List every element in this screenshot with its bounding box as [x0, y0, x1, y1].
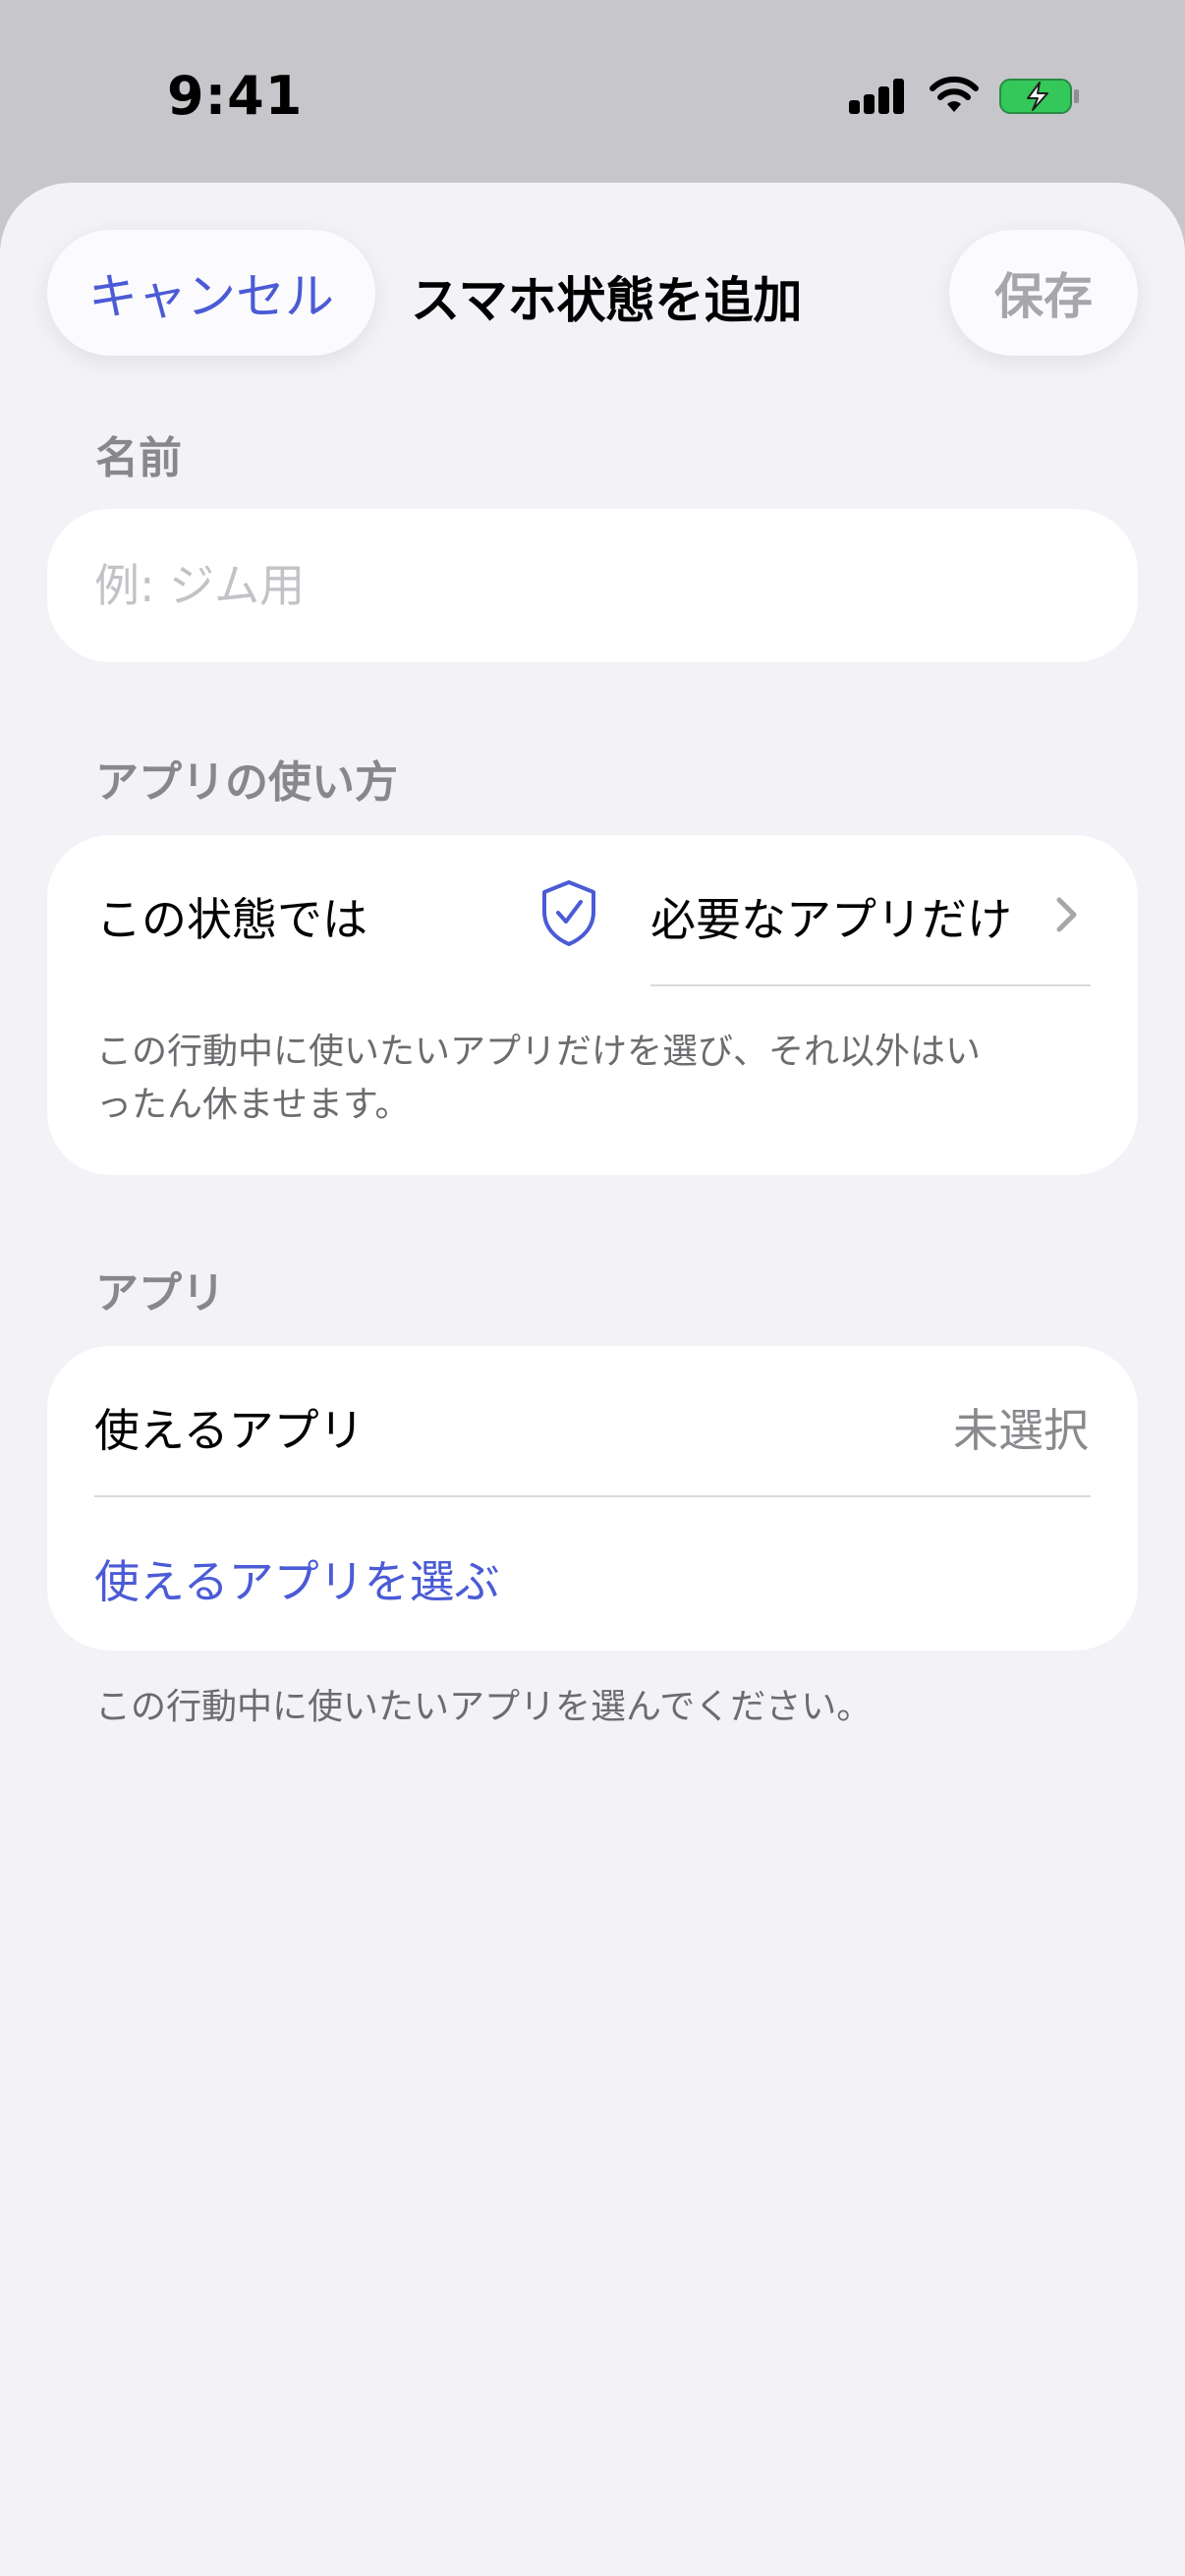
apps-card: 使えるアプリ 未選択 使えるアプリを選ぶ: [47, 1346, 1138, 1651]
name-card: [47, 509, 1138, 662]
allowed-apps-value: 未選択: [953, 1404, 1089, 1457]
apps-footer-note: この行動中に使いたいアプリを選んでください。: [95, 1687, 873, 1727]
cancel-button[interactable]: キャンセル: [47, 230, 375, 356]
add-phone-state-sheet: キャンセル スマホ状態を追加 保存 名前 アプリの使い方 この状態では 必要なア…: [0, 183, 1185, 2576]
status-time: 9:41: [167, 65, 304, 127]
usage-description: この行動中に使いたいアプリだけを選び、それ以外はいったん休ませます。: [96, 1032, 982, 1125]
wifi-icon: [930, 76, 979, 112]
name-input[interactable]: [94, 509, 1091, 662]
usage-section-header: アプリの使い方: [95, 757, 398, 808]
usage-row-label: この状態では: [96, 893, 367, 946]
signal-icon: [849, 79, 906, 114]
battery-charging-icon: [999, 79, 1079, 114]
apps-divider: [94, 1495, 1091, 1497]
choose-apps-button[interactable]: 使えるアプリを選ぶ: [94, 1546, 500, 1611]
name-section-header: 名前: [95, 433, 182, 483]
page-title: スマホ状態を追加: [411, 272, 803, 329]
apps-section-header: アプリ: [95, 1268, 225, 1318]
usage-card: この状態では 必要なアプリだけ この行動中に使いたいアプリだけを選び、それ以外は…: [47, 835, 1138, 1175]
chevron-right-icon[interactable]: [1055, 896, 1079, 933]
save-button[interactable]: 保存: [949, 230, 1138, 356]
usage-mode-picker[interactable]: 必要なアプリだけ: [650, 884, 1012, 949]
allowed-apps-label: 使えるアプリ: [94, 1404, 365, 1457]
status-bar: 9:41: [0, 0, 1185, 187]
shield-check-icon: [542, 880, 595, 946]
usage-divider: [650, 984, 1091, 986]
